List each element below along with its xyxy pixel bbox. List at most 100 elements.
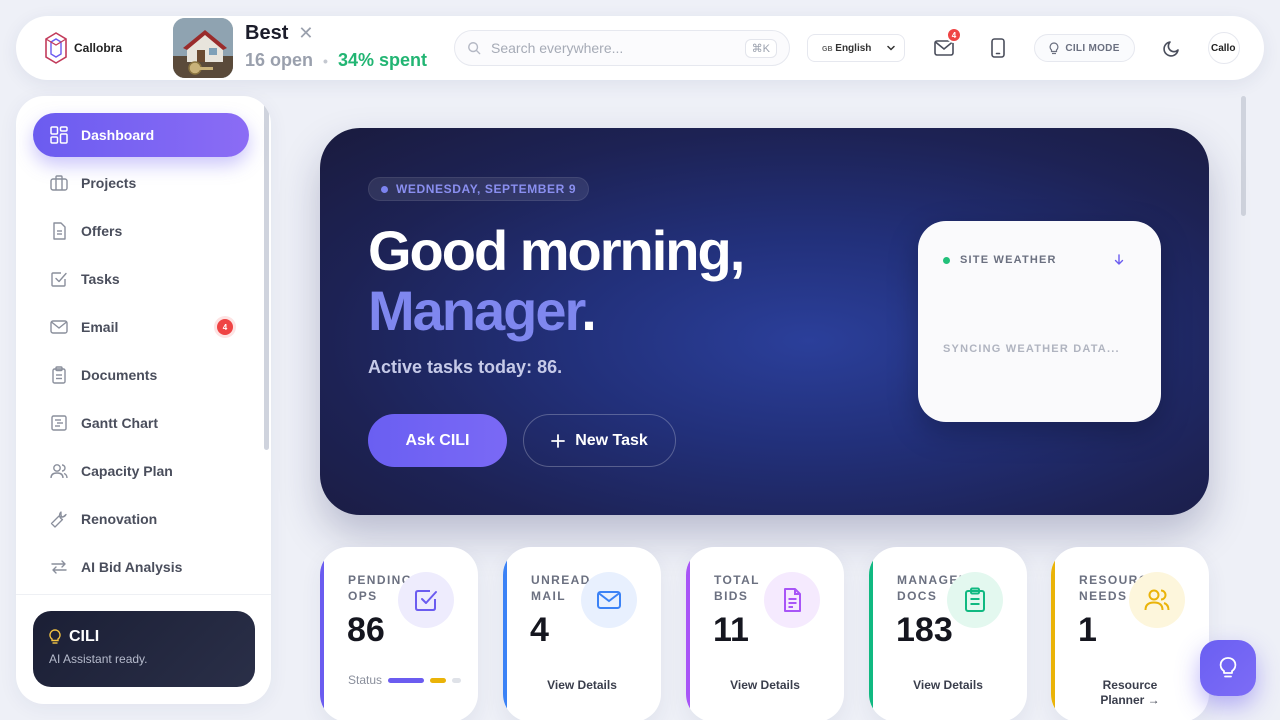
sidebar-item-renovation[interactable]: Renovation bbox=[33, 497, 249, 541]
resource-planner-label: Resource Planner → bbox=[1100, 678, 1160, 707]
sidebar-item-capacity-plan[interactable]: Capacity Plan bbox=[33, 449, 249, 493]
stat-icon-wrap bbox=[581, 572, 637, 628]
stat-icon-wrap bbox=[947, 572, 1003, 628]
stat-card-managed-docs[interactable]: MANAGED DOCS 183 View Details bbox=[869, 547, 1027, 720]
new-task-button[interactable]: New Task bbox=[523, 414, 676, 467]
sidebar-item-dashboard[interactable]: Dashboard bbox=[33, 113, 249, 157]
logo-mark-icon bbox=[45, 32, 67, 64]
view-details-link[interactable]: View Details bbox=[869, 678, 1027, 693]
view-details-link[interactable]: View Details bbox=[686, 678, 844, 693]
stat-card-resource-needs[interactable]: RESOURCE NEEDS 1 Resource Planner → bbox=[1051, 547, 1209, 720]
stat-card-total-bids[interactable]: TOTAL BIDS 11 View Details bbox=[686, 547, 844, 720]
logo[interactable]: Callobra bbox=[42, 28, 126, 68]
greeting-line: Good morning, bbox=[368, 219, 745, 282]
stat-card-pending-ops[interactable]: PENDING OPS 86 Status bbox=[320, 547, 478, 720]
mail-button[interactable]: 4 bbox=[932, 27, 962, 60]
mobile-button[interactable] bbox=[986, 36, 1010, 60]
wrench-icon bbox=[50, 511, 67, 528]
weather-refresh-button[interactable] bbox=[1107, 248, 1131, 272]
search-input[interactable] bbox=[491, 40, 745, 56]
separator-dot: • bbox=[323, 52, 328, 69]
cili-assistant-card[interactable]: CILI AI Assistant ready. bbox=[33, 611, 255, 687]
status-bar-rest bbox=[452, 677, 462, 683]
cili-card-title: CILI bbox=[49, 628, 239, 646]
sidebar-item-tasks[interactable]: Tasks bbox=[33, 257, 249, 301]
language-flag: GB bbox=[822, 45, 833, 53]
cili-mode-toggle[interactable]: CILI MODE bbox=[1034, 34, 1135, 62]
house-image bbox=[173, 18, 233, 78]
project-meta: 16 open • 34% spent bbox=[245, 50, 427, 71]
site-weather-card: SITE WEATHER SYNCING WEATHER DATA... bbox=[918, 221, 1161, 422]
sidebar-item-projects[interactable]: Projects bbox=[33, 161, 249, 205]
sidebar-scrollbar[interactable] bbox=[264, 98, 269, 450]
main-scrollbar[interactable] bbox=[1241, 96, 1246, 216]
view-details-label: View Details bbox=[730, 678, 800, 692]
arrow-down-icon bbox=[1114, 254, 1124, 265]
view-details-link[interactable]: View Details bbox=[503, 678, 661, 693]
checkbox-icon bbox=[51, 272, 67, 287]
stat-card-unread-mail[interactable]: UNREAD MAIL 4 View Details bbox=[503, 547, 661, 720]
mail-badge: 4 bbox=[946, 27, 962, 43]
cili-mode-label: CILI MODE bbox=[1065, 42, 1120, 54]
avatar-label: Callo bbox=[1211, 42, 1236, 54]
ask-cili-button[interactable]: Ask CILI bbox=[368, 414, 507, 467]
sidebar-item-ai-bid-analysis[interactable]: AI Bid Analysis bbox=[33, 545, 249, 589]
top-bar: Callobra Best ✕ 16 open • 34% spent ⌘K bbox=[16, 16, 1264, 80]
sidebar-item-offers[interactable]: Offers bbox=[33, 209, 249, 253]
assistant-fab-button[interactable] bbox=[1200, 640, 1256, 696]
checkbox-icon bbox=[415, 590, 437, 611]
stat-accent bbox=[320, 547, 324, 720]
stat-value: 1 bbox=[1078, 611, 1097, 649]
user-avatar[interactable]: Callo bbox=[1208, 32, 1240, 64]
sidebar-item-label: Offers bbox=[81, 223, 123, 239]
sidebar-item-email[interactable]: Email 4 bbox=[33, 305, 249, 349]
clipboard-icon bbox=[965, 587, 985, 612]
moon-icon bbox=[1163, 41, 1179, 57]
sidebar-divider bbox=[16, 594, 271, 595]
hero-banner: WEDNESDAY, SEPTEMBER 9 Good morning, Man… bbox=[320, 128, 1209, 515]
greeting-dot: . bbox=[581, 279, 597, 342]
sidebar-item-label: Gantt Chart bbox=[81, 415, 158, 431]
language-select[interactable]: GB English bbox=[807, 34, 905, 62]
stat-accent bbox=[503, 547, 507, 720]
mail-icon bbox=[597, 591, 621, 609]
theme-toggle[interactable] bbox=[1160, 36, 1184, 60]
sidebar-item-gantt-chart[interactable]: Gantt Chart bbox=[33, 401, 249, 445]
greeting-name: Manager. bbox=[368, 278, 597, 343]
stat-value: 86 bbox=[347, 611, 385, 649]
new-task-label: New Task bbox=[575, 431, 648, 449]
stat-value: 4 bbox=[530, 611, 549, 649]
search-bar[interactable]: ⌘K bbox=[454, 30, 790, 66]
file-icon bbox=[53, 222, 66, 240]
users-icon bbox=[50, 464, 68, 479]
stat-value: 183 bbox=[896, 611, 953, 649]
mail-icon bbox=[50, 320, 68, 334]
resource-planner-link[interactable]: Resource Planner → bbox=[1090, 678, 1170, 708]
users-icon bbox=[1144, 589, 1170, 611]
briefcase-icon bbox=[50, 175, 68, 191]
clipboard-icon bbox=[52, 366, 66, 384]
status-bar-primary bbox=[388, 677, 425, 683]
cili-title-text: CILI bbox=[69, 628, 100, 645]
date-pill: WEDNESDAY, SEPTEMBER 9 bbox=[368, 177, 590, 201]
sidebar-item-label: Tasks bbox=[81, 271, 120, 287]
close-project-icon[interactable]: ✕ bbox=[298, 23, 313, 44]
weather-sync-status: SYNCING WEATHER DATA... bbox=[943, 343, 1120, 355]
active-tasks-text: Active tasks today: 86. bbox=[368, 357, 563, 377]
ask-cili-label: Ask CILI bbox=[405, 431, 470, 449]
sidebar-item-label: AI Bid Analysis bbox=[81, 559, 183, 575]
sidebar-item-documents[interactable]: Documents bbox=[33, 353, 249, 397]
lightbulb-icon bbox=[1219, 657, 1237, 678]
stat-accent bbox=[1051, 547, 1055, 720]
greeting-name-text: Manager bbox=[368, 279, 583, 342]
dashboard-icon bbox=[50, 126, 68, 144]
project-thumbnail[interactable] bbox=[173, 18, 233, 78]
sidebar-item-label: Renovation bbox=[81, 511, 158, 527]
stat-accent bbox=[686, 547, 690, 720]
open-count: 16 open bbox=[245, 50, 314, 70]
status-bar-warning bbox=[430, 677, 447, 683]
stat-icon-wrap bbox=[398, 572, 454, 628]
file-icon bbox=[784, 588, 801, 612]
project-name: Best bbox=[245, 22, 289, 44]
weather-title: SITE WEATHER bbox=[960, 254, 1057, 266]
